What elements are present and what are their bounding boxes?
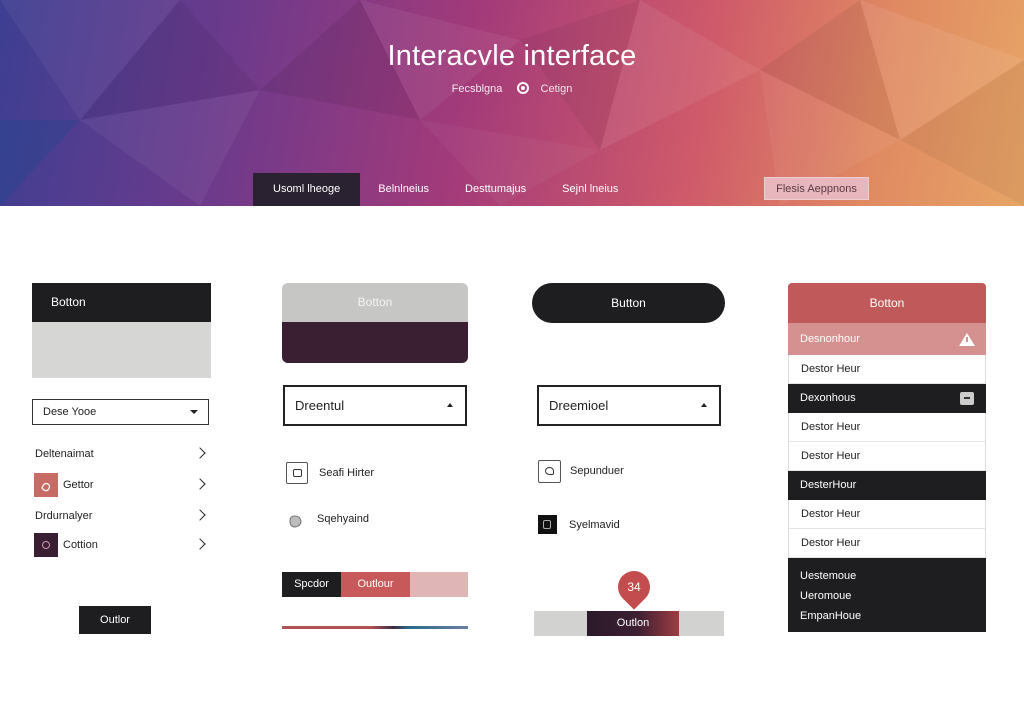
c3-pill-button[interactable]: Button bbox=[532, 283, 725, 323]
c4-row-label: Destor Heur bbox=[801, 421, 861, 433]
c4-row-6[interactable]: DesterHour bbox=[788, 471, 986, 500]
c1-button[interactable]: Botton bbox=[32, 283, 211, 322]
c4-row-7[interactable]: Destor Heur bbox=[788, 500, 986, 529]
c4-row-label: Desnonhour bbox=[800, 333, 860, 345]
c3-dropdown[interactable]: Dreemioel bbox=[537, 385, 721, 426]
c1-outline-button[interactable]: Outlor bbox=[79, 606, 151, 634]
c4-row-label: Destor Heur bbox=[801, 508, 861, 520]
c2-checkbox-row[interactable]: Seafi Hirter bbox=[286, 462, 466, 486]
c2-button[interactable]: Botton bbox=[282, 283, 468, 363]
c4-header-button[interactable]: Botton bbox=[788, 283, 986, 323]
c4-row-1[interactable]: Desnonhour bbox=[788, 323, 986, 355]
page-title: Interacvle interface bbox=[387, 40, 637, 72]
warning-icon bbox=[959, 333, 975, 346]
c2-button-label: Botton bbox=[282, 283, 468, 322]
c2-progress-track bbox=[282, 626, 468, 629]
chevron-right-icon bbox=[194, 509, 206, 521]
checkbox[interactable] bbox=[286, 462, 308, 484]
c2-checkbox-label: Seafi Hirter bbox=[319, 467, 375, 479]
hero-cta-button[interactable]: Flesis Aeppnons bbox=[764, 177, 869, 200]
radio-filled[interactable] bbox=[538, 515, 557, 534]
hero-sub-left: Fecsblgna bbox=[451, 83, 503, 95]
c4-footer-item-3[interactable]: EmpanHoue bbox=[800, 606, 974, 626]
nav-tabs: Usoml lheoge Belnlneius Desttumajus Sejn… bbox=[253, 173, 636, 206]
nav-tab-2[interactable]: Belnlneius bbox=[360, 173, 447, 206]
nav-tab-4[interactable]: Sejnl lneius bbox=[544, 173, 636, 206]
c4-row-5[interactable]: Destor Heur bbox=[788, 442, 986, 471]
target-icon bbox=[517, 82, 530, 94]
c2-segmented-control: Spcdor Outlour bbox=[282, 572, 468, 597]
slider-value: 34 bbox=[627, 580, 641, 594]
ring-icon bbox=[42, 541, 50, 549]
hero-banner: Interacvle interface Fecsblgna Cetign Us… bbox=[0, 0, 1024, 206]
c2-toggle-row[interactable]: Sqehyaind bbox=[286, 509, 466, 531]
swatch-rose bbox=[34, 473, 58, 497]
caret-down-icon bbox=[190, 410, 198, 414]
c4-row-label: Destor Heur bbox=[801, 363, 861, 375]
caret-up-icon bbox=[701, 403, 707, 407]
c2-dropdown-value: Dreentul bbox=[295, 398, 345, 413]
c4-menu-panel: Botton Desnonhour Destor Heur Dexonhous … bbox=[788, 283, 986, 632]
c3-dropdown-value: Dreemioel bbox=[549, 398, 609, 413]
hand-icon bbox=[289, 515, 302, 528]
c4-row-label: Dexonhous bbox=[800, 392, 856, 404]
c3-checkbox-label: Sepunduer bbox=[570, 465, 624, 477]
chevron-right-icon bbox=[194, 538, 206, 550]
c1-list-item-1[interactable]: Deltenaimat bbox=[32, 441, 210, 467]
c1-select-value: Dese Yooe bbox=[43, 406, 97, 418]
c4-row-label: DesterHour bbox=[800, 479, 857, 491]
c4-footer: Uestemoue Ueromoue EmpanHoue bbox=[788, 558, 986, 632]
c3-slider-fill[interactable]: Outlon bbox=[587, 611, 679, 636]
c4-row-label: Destor Heur bbox=[801, 450, 861, 462]
segment-2[interactable]: Outlour bbox=[341, 572, 410, 597]
c1-list-label: Gettor bbox=[63, 479, 94, 491]
c1-list-label: Deltenaimat bbox=[35, 448, 94, 460]
c2-dropdown[interactable]: Dreentul bbox=[283, 385, 467, 426]
c3-radio-label: Syelmavid bbox=[569, 519, 620, 531]
c4-row-2[interactable]: Destor Heur bbox=[788, 355, 986, 384]
c1-list-item-4[interactable]: Cottion bbox=[32, 532, 210, 558]
c4-footer-item-1[interactable]: Uestemoue bbox=[800, 566, 974, 586]
chevron-right-icon bbox=[194, 447, 206, 459]
c3-slider[interactable]: Outlon bbox=[534, 611, 724, 636]
c4-row-8[interactable]: Destor Heur bbox=[788, 529, 986, 558]
c1-list-label: Drdurnalyer bbox=[35, 510, 93, 522]
nav-tab-1[interactable]: Usoml lheoge bbox=[253, 173, 361, 206]
c2-button-body bbox=[282, 322, 468, 363]
c1-list-item-3[interactable]: Drdurnalyer bbox=[32, 503, 210, 529]
c4-row-3[interactable]: Dexonhous bbox=[788, 384, 986, 413]
c3-checkbox-row[interactable]: Sepunduer bbox=[538, 460, 718, 486]
hero-sub-right[interactable]: Cetign bbox=[541, 83, 573, 95]
c3-radio-row[interactable]: Syelmavid bbox=[538, 515, 718, 535]
segment-3[interactable] bbox=[410, 572, 468, 597]
c1-button-body bbox=[32, 322, 211, 378]
nav-tab-3[interactable]: Desttumajus bbox=[447, 173, 544, 206]
checkbox[interactable] bbox=[538, 460, 561, 483]
chevron-right-icon bbox=[194, 478, 206, 490]
hero-subtitle: Fecsblgna Cetign bbox=[0, 82, 1024, 95]
c2-toggle-label: Sqehyaind bbox=[317, 513, 369, 525]
c4-row-4[interactable]: Destor Heur bbox=[788, 413, 986, 442]
c1-list-item-2[interactable]: Gettor bbox=[32, 472, 210, 498]
c4-row-label: Destor Heur bbox=[801, 537, 861, 549]
hand-icon bbox=[41, 482, 51, 492]
c1-list-label: Cottion bbox=[63, 539, 98, 551]
c1-select[interactable]: Dese Yooe bbox=[32, 399, 209, 425]
swatch-plum bbox=[34, 533, 58, 557]
c4-footer-item-2[interactable]: Ueromoue bbox=[800, 586, 974, 606]
caret-up-icon bbox=[447, 403, 453, 407]
collapse-icon[interactable] bbox=[960, 392, 974, 405]
segment-1[interactable]: Spcdor bbox=[282, 572, 341, 597]
